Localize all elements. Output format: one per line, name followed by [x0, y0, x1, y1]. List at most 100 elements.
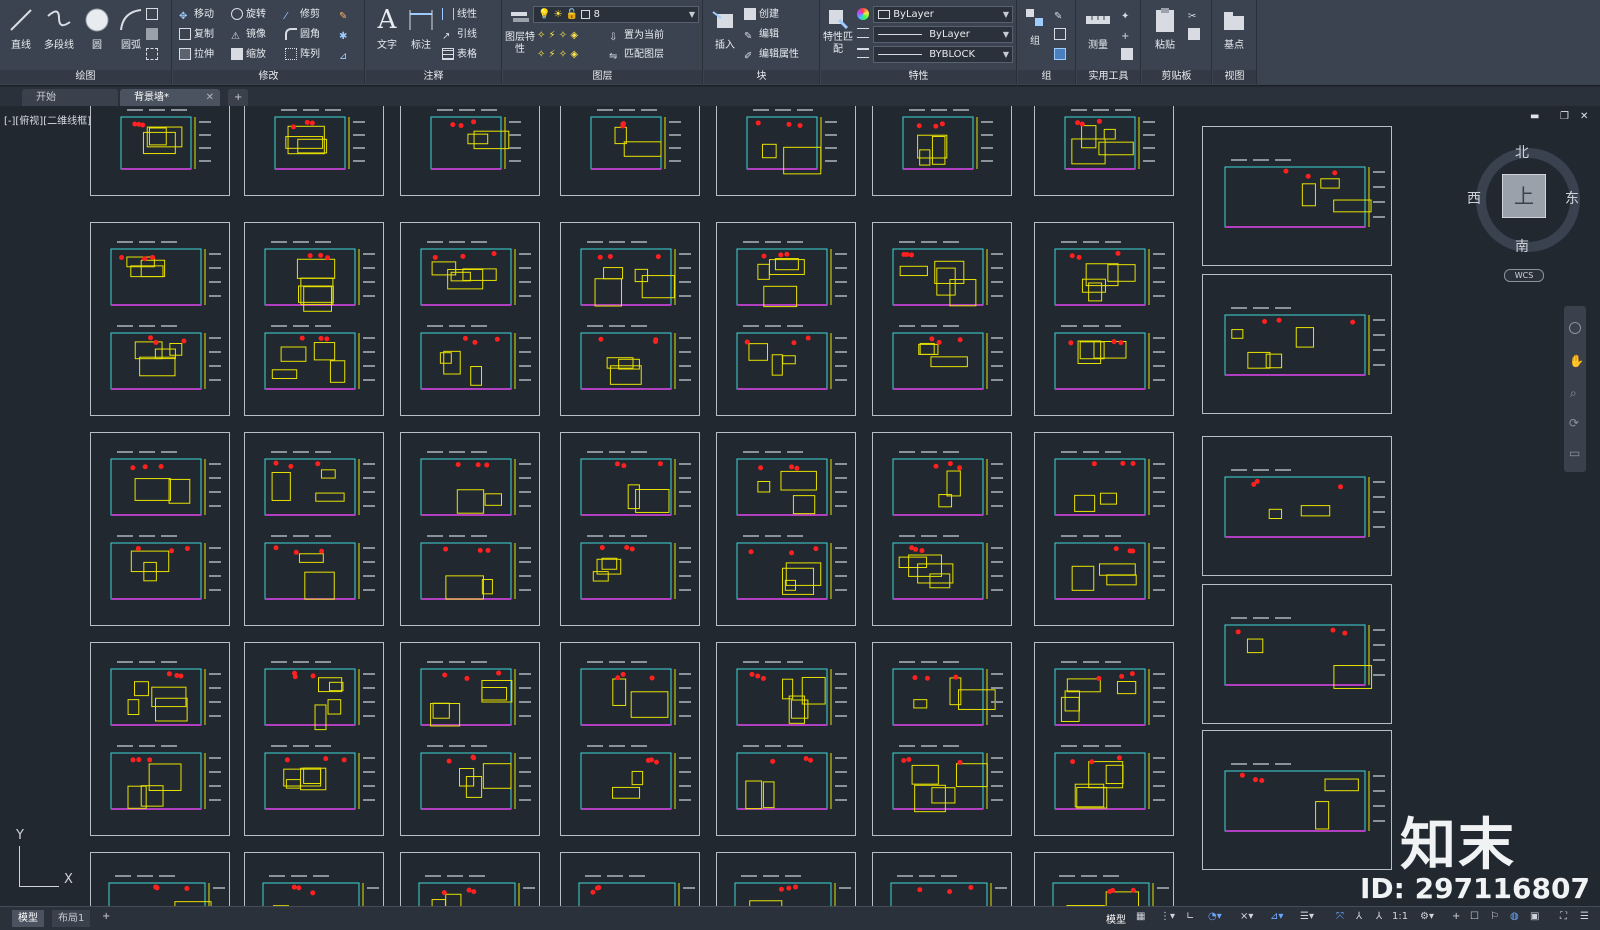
rotate-button[interactable]: 旋转 [231, 6, 266, 24]
arc-button[interactable]: 圆弧 [114, 4, 148, 62]
boundary-tool[interactable] [146, 46, 161, 64]
elevation-sheet[interactable] [1202, 730, 1392, 870]
erase-button[interactable]: ✎ [339, 6, 354, 24]
elevation-sheet[interactable] [872, 432, 1012, 626]
viewcube-top[interactable]: 上 [1502, 174, 1546, 218]
elevation-sheet[interactable] [90, 222, 230, 416]
layer-dropdown[interactable]: 💡 ☀ 🔓 8 ▼ [533, 6, 699, 23]
zoom-icon[interactable]: ⌕ [1570, 386, 1577, 401]
new-tab-button[interactable]: + [228, 89, 248, 106]
elevation-sheet[interactable] [716, 106, 856, 196]
leader-button[interactable]: ↗ 引线 [442, 26, 477, 44]
elevation-sheet[interactable] [1202, 274, 1392, 414]
lineweight-dropdown[interactable]: BYBLOCK ▼ [873, 46, 1013, 63]
elevation-sheet[interactable] [560, 642, 700, 836]
isodraft-icon[interactable]: ⨯▾ [1240, 911, 1253, 922]
elevation-sheet[interactable] [716, 852, 856, 906]
linetype-dropdown[interactable]: ByLayer ▼ [873, 26, 1013, 43]
elevation-sheet[interactable] [872, 852, 1012, 906]
fillet-button[interactable]: 圆角 [285, 26, 320, 44]
elevation-sheet[interactable] [1034, 222, 1174, 416]
model-space-toggle[interactable]: 模型 [1106, 911, 1126, 926]
elevation-sheet[interactable] [872, 642, 1012, 836]
id-point-tool[interactable]: + [1121, 26, 1136, 44]
color-dropdown[interactable]: ByLayer ▼ [873, 6, 1013, 23]
create-block-button[interactable]: 创建 [744, 6, 779, 24]
tab-drawing[interactable]: 背景墙* ✕ [120, 89, 220, 106]
close-icon[interactable]: ✕ [206, 89, 214, 106]
dimension-button[interactable]: 标注 [404, 4, 438, 62]
elevation-sheet[interactable] [244, 106, 384, 196]
hardware-accel-icon[interactable]: ⚐ [1490, 911, 1499, 922]
group-select-button[interactable] [1054, 46, 1069, 64]
utilities-panel-title[interactable]: 实用工具 [1077, 70, 1140, 84]
annotation-scale-value[interactable]: 1:1 [1392, 911, 1408, 922]
elevation-sheet[interactable] [90, 642, 230, 836]
point-tool[interactable]: ✦ [1121, 6, 1136, 24]
ortho-icon[interactable]: ∟ [1186, 911, 1194, 922]
compass-south[interactable]: 南 [1515, 236, 1529, 256]
elevation-sheet[interactable] [1202, 126, 1392, 266]
elevation-sheet[interactable] [400, 222, 540, 416]
elevation-sheet[interactable] [1034, 106, 1174, 196]
ungroup-button[interactable]: ✎ [1054, 6, 1069, 24]
match-layer-button[interactable]: ⇋ 匹配图层 [609, 46, 664, 64]
elevation-sheet[interactable] [90, 432, 230, 626]
orbit-icon[interactable]: ⟳ [1569, 416, 1579, 430]
scale-button[interactable]: 缩放 [231, 46, 266, 64]
polar-icon[interactable]: ◔▾ [1208, 911, 1222, 922]
viewport-controls[interactable]: [-][俯视][二维线框] [4, 112, 91, 127]
linear-dim-button[interactable]: 线性 [442, 6, 477, 24]
minimize-icon[interactable]: ▬ [1530, 111, 1539, 122]
polyline-button[interactable]: 多段线 [38, 4, 80, 62]
elevation-sheet[interactable] [90, 106, 230, 196]
elevation-sheet[interactable] [90, 852, 230, 906]
add-layout-icon[interactable]: + [102, 911, 110, 922]
layer-tools-row2[interactable]: ✧ ⚡ ✧ ◈ [537, 46, 578, 64]
measure-button[interactable]: 测量 [1081, 4, 1115, 62]
mirror-button[interactable]: ⚠ 镜像 [231, 26, 266, 44]
elevation-sheet[interactable] [716, 642, 856, 836]
annotation-scale-icon[interactable]: ⅄ [1376, 911, 1382, 922]
group-button[interactable]: 组 [1020, 4, 1050, 62]
explode-button[interactable]: ✱ [339, 26, 354, 44]
make-current-button[interactable]: ⇩ 置为当前 [609, 27, 664, 45]
snap-icon[interactable]: ⋮▾ [1160, 911, 1175, 922]
layer-properties-button[interactable]: 图层特性 [505, 6, 535, 64]
isolate-icon[interactable]: ☐ [1470, 911, 1479, 922]
table-button[interactable]: 表格 [442, 46, 477, 64]
close-icon[interactable]: ✕ [1580, 111, 1588, 122]
move-button[interactable]: ✥ 移动 [179, 6, 214, 24]
elevation-sheet[interactable] [244, 852, 384, 906]
grid-icon[interactable]: ▦ [1136, 911, 1145, 922]
clipboard-panel-title[interactable]: 剪贴板 [1142, 70, 1211, 84]
edit-block-button[interactable]: ✎ 编辑 [744, 26, 779, 44]
restore-icon[interactable]: ❐ [1560, 111, 1569, 122]
array-button[interactable]: 阵列 [285, 46, 320, 64]
line-button[interactable]: 直线 [4, 4, 38, 62]
elevation-sheet[interactable] [244, 432, 384, 626]
customization-menu-icon[interactable]: ☰ [1580, 911, 1589, 922]
elevation-sheet[interactable] [244, 642, 384, 836]
elevation-sheet[interactable] [1034, 852, 1174, 906]
elevation-sheet[interactable] [400, 852, 540, 906]
elevation-sheet[interactable] [244, 222, 384, 416]
plus-icon[interactable]: + [1452, 911, 1460, 922]
elevation-sheet[interactable] [716, 222, 856, 416]
stretch-button[interactable]: 拉伸 [179, 46, 214, 64]
compass-west[interactable]: 西 [1467, 188, 1481, 208]
autoscale-icon[interactable]: ⅄ [1356, 911, 1362, 922]
match-properties-button[interactable]: 特性匹配 [823, 6, 853, 64]
wcs-menu[interactable]: WCS [1504, 269, 1544, 282]
annotation-visibility-icon[interactable]: ⤧ [1336, 911, 1344, 922]
properties-panel-title[interactable]: 特性 [821, 70, 1016, 84]
draw-panel-title[interactable]: 绘图 [0, 70, 171, 84]
elevation-sheet[interactable] [1202, 436, 1392, 576]
elevation-sheet[interactable] [560, 852, 700, 906]
offset-button[interactable]: ⊿ [339, 46, 354, 64]
tab-layout1[interactable]: 布局1 [52, 910, 91, 927]
rectangle-tool[interactable] [146, 6, 161, 24]
layer-tools-row1[interactable]: ✧ ⚡ ✧ ◈ [537, 27, 578, 45]
copy-button[interactable]: 复制 [179, 26, 214, 44]
annotate-panel-title[interactable]: 注释 [366, 70, 501, 84]
